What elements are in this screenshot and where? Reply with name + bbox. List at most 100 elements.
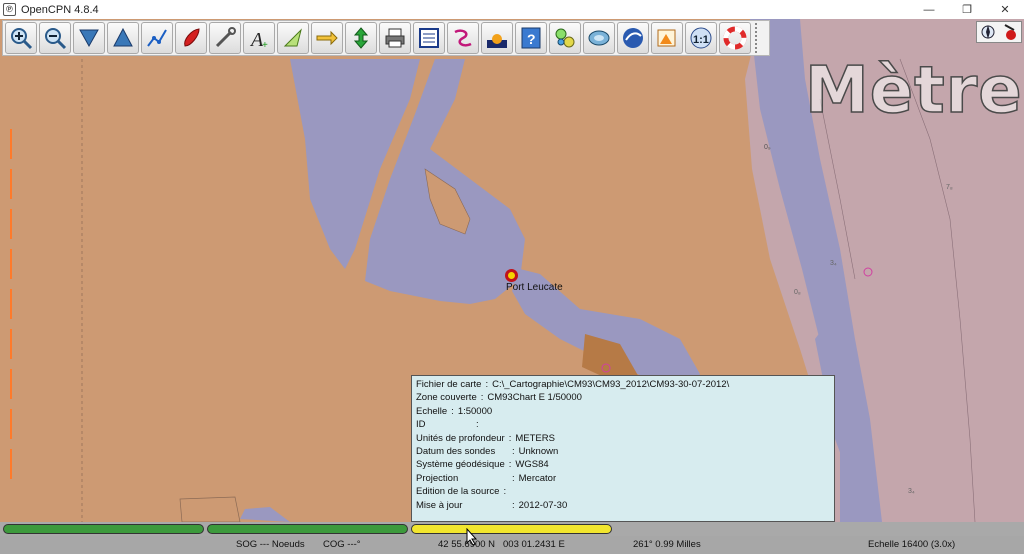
cursor-longitude: 003 01.2431 E — [503, 539, 565, 550]
route-manager-icon — [419, 28, 439, 48]
info-label: Projection — [416, 472, 459, 484]
zoom-out-icon — [45, 28, 67, 50]
globe-button[interactable] — [583, 22, 615, 54]
tides-button[interactable] — [345, 22, 377, 54]
info-label: Echelle — [416, 405, 448, 417]
scale-out-icon — [113, 27, 133, 47]
chart-info-icon — [657, 29, 676, 47]
cog-readout: COG ---° — [323, 539, 361, 550]
help-button[interactable]: ? — [515, 22, 547, 54]
sounding-label: 0₉ — [764, 144, 771, 151]
window-controls: — ❐ ✕ — [910, 0, 1024, 19]
info-row: Edition de la source: — [416, 486, 507, 498]
info-value: CM93Chart E 1/50000 — [487, 392, 582, 404]
toolbar-grip-handle[interactable] — [755, 23, 763, 53]
info-row: Echelle:1:50000 — [416, 405, 493, 417]
close-button[interactable]: ✕ — [986, 0, 1024, 19]
text-icon: A+ — [249, 29, 268, 50]
window-title: OpenCPN 4.8.4 — [21, 3, 99, 16]
info-value: 1:50000 — [457, 405, 493, 417]
info-label: ID — [416, 419, 426, 431]
mouse-cursor-icon — [466, 528, 478, 546]
info-row: Système géodésique: WGS84 — [416, 459, 549, 471]
chart-piano-key[interactable] — [207, 524, 408, 534]
sounding-label: 7₈ — [946, 184, 953, 191]
compass-widget[interactable] — [976, 21, 1022, 43]
info-value: WGS84 — [515, 459, 549, 471]
ais-button[interactable] — [277, 22, 309, 54]
info-label: Zone couverte — [416, 392, 477, 404]
settings-button[interactable] — [209, 22, 241, 54]
gps-status-icon — [1004, 24, 1016, 40]
sounding-label: 3₄ — [830, 260, 837, 267]
info-label: Fichier de carte — [416, 379, 482, 390]
currents-icon — [316, 30, 338, 46]
chart-piano-key-active[interactable] — [411, 524, 612, 534]
print-button[interactable] — [379, 22, 411, 54]
minimize-button[interactable]: — — [910, 0, 948, 19]
info-value: C:\_Cartographie\CM93\CM93_2012\CM93-30-… — [492, 379, 730, 390]
plugin-button[interactable] — [549, 22, 581, 54]
info-label: Mise à jour — [416, 499, 463, 511]
info-label: Unités de profondeur — [416, 432, 505, 444]
info-value: Unknown — [518, 446, 559, 458]
restore-button[interactable]: ❐ — [948, 0, 986, 19]
help-icon: ? — [521, 27, 541, 49]
scale-out-button[interactable] — [107, 22, 139, 54]
info-value: 2012-07-30 — [518, 499, 568, 511]
zoom-out-button[interactable] — [39, 22, 71, 54]
info-label: Edition de la source — [416, 486, 500, 498]
route-icon — [147, 29, 167, 47]
ais-icon — [283, 28, 302, 47]
sog-readout: SOG --- Noeuds — [236, 539, 305, 550]
scale-in-button[interactable] — [73, 22, 105, 54]
svg-text:+: + — [262, 40, 268, 50]
globe-icon — [588, 30, 610, 46]
man-overboard-button[interactable] — [719, 22, 751, 54]
chart-piano-bar — [0, 522, 1024, 536]
chart-info-button[interactable] — [651, 22, 683, 54]
chart-piano-key[interactable] — [3, 524, 204, 534]
tides-icon — [353, 27, 369, 49]
create-route-button[interactable] — [141, 22, 173, 54]
zoom-in-icon — [11, 28, 33, 50]
google-earth-button[interactable] — [617, 22, 649, 54]
text-tool-button[interactable]: A + — [243, 22, 275, 54]
info-row: Mise à jour:2012-07-30 — [416, 499, 568, 511]
color-scheme-button[interactable] — [481, 22, 513, 54]
port-leucate-label: Port Leucate — [506, 282, 563, 293]
info-row: ID: — [416, 419, 479, 431]
chart-scale-readout: Echelle 16400 (3.0x) — [868, 539, 956, 550]
currents-button[interactable] — [311, 22, 343, 54]
info-label: Système géodésique — [416, 459, 505, 471]
status-bar: SOG --- Noeuds COG ---° 42 55.6900 N 003… — [0, 536, 1024, 554]
settings-icon — [215, 27, 236, 48]
opencpn-app-icon: ℗ — [3, 3, 16, 16]
track-manager-icon — [454, 29, 472, 47]
zoom-in-button[interactable] — [5, 22, 37, 54]
color-scheme-icon — [487, 34, 507, 48]
bearing-distance-readout: 261° 0.99 Milles — [633, 539, 701, 550]
info-row: Datum des sondes: Unknown — [416, 446, 559, 458]
sounding-label: 0₈ — [794, 289, 801, 296]
info-row: Projection: Mercator — [416, 472, 557, 484]
port-marker-icon[interactable] — [505, 269, 518, 282]
track-icon — [184, 28, 200, 47]
info-row: Unités de profondeur: METERS — [416, 432, 555, 444]
scale-one-to-one-button[interactable]: 1:1 — [685, 22, 717, 54]
info-value: METERS — [515, 432, 555, 444]
info-row: Fichier de carte: C:\_Cartographie\CM93\C… — [416, 379, 730, 390]
ownship-button[interactable] — [175, 22, 207, 54]
depth-units-overlay: Mètres — [804, 54, 1024, 128]
earth-icon — [623, 28, 643, 48]
scale-in-icon — [79, 29, 99, 48]
track-manager-button[interactable] — [447, 22, 479, 54]
print-icon — [385, 28, 405, 48]
info-value: Mercator — [518, 472, 557, 484]
title-bar: ℗ OpenCPN 4.8.4 — ❐ ✕ — [0, 0, 1024, 19]
north-arrow-icon — [981, 25, 994, 39]
scale-one-to-one-icon: 1:1 — [690, 27, 712, 49]
route-manager-button[interactable] — [413, 22, 445, 54]
chart-info-popup: Fichier de carte: C:\_Cartographie\CM93\C… — [411, 375, 835, 522]
svg-text:1:1: 1:1 — [693, 34, 709, 46]
